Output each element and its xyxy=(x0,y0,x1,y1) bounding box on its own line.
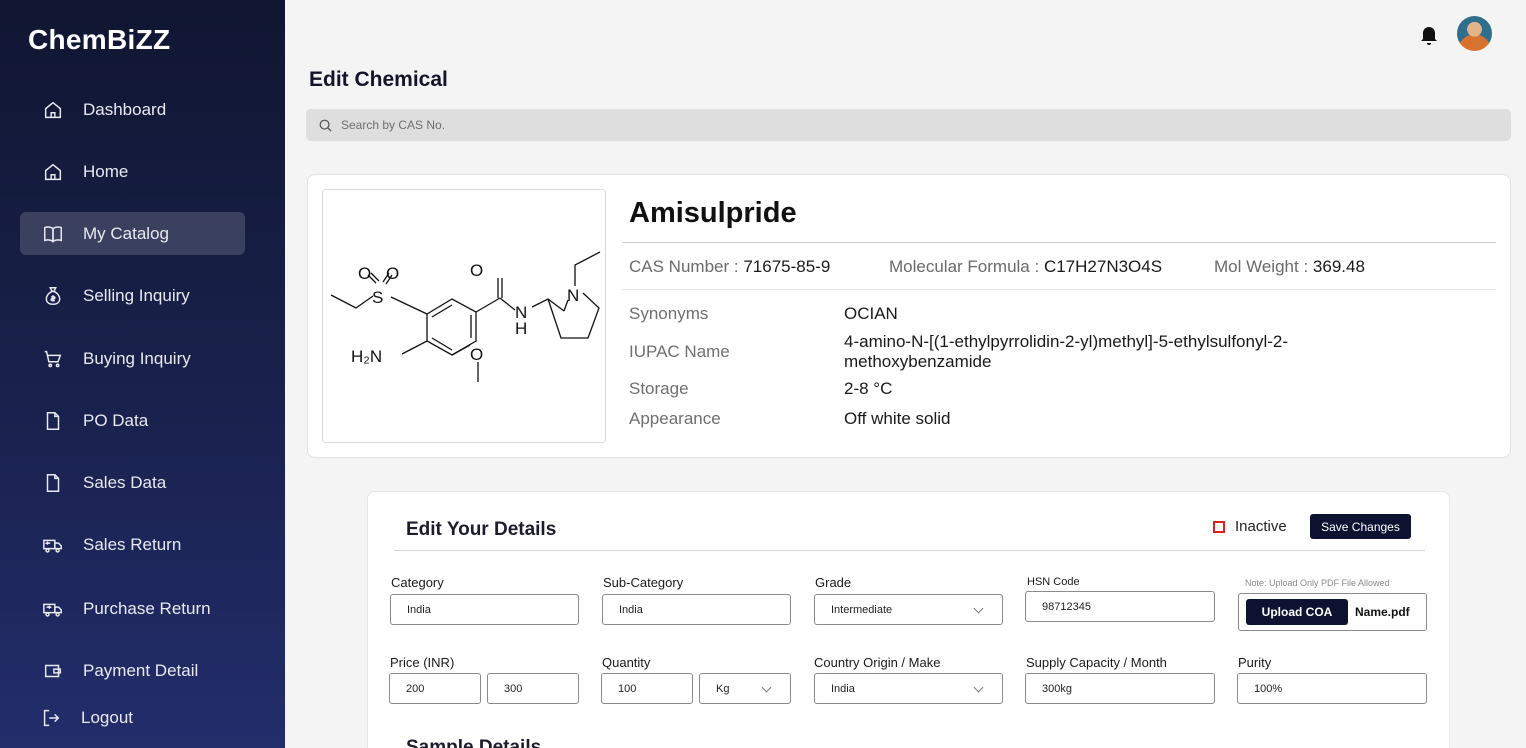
atom-label: H₂N xyxy=(351,347,382,366)
synonyms-label: Synonyms xyxy=(629,304,709,323)
page-title: Edit Chemical xyxy=(309,68,448,91)
search-bar[interactable] xyxy=(306,109,1511,141)
wallet-icon xyxy=(41,659,65,683)
chemical-name: Amisulpride xyxy=(629,197,797,229)
checkbox-box[interactable] xyxy=(1213,520,1225,533)
sidebar-item-label: Sales Data xyxy=(83,472,167,492)
price-label: Price (INR) xyxy=(390,655,455,670)
atom-label: N xyxy=(567,286,579,305)
sidebar-item-sales-data[interactable]: Sales Data xyxy=(20,461,245,504)
chemical-info-card: O O S O N H N H₂N O Amisulpride CAS Numb… xyxy=(307,174,1511,458)
edit-details-title: Edit Your Details xyxy=(406,519,557,540)
atom-label: H xyxy=(515,319,527,338)
atom-label: O xyxy=(470,261,483,280)
synonyms-value: OCIAN xyxy=(844,304,898,323)
cas-number: CAS Number : 71675-85-9 xyxy=(629,257,831,276)
appearance-label: Appearance xyxy=(629,409,721,428)
grade-label: Grade xyxy=(815,575,852,590)
upload-coa-control: Upload COA Name.pdf xyxy=(1238,593,1427,631)
sidebar-item-logout[interactable]: Logout xyxy=(20,696,245,739)
sample-details-title: Sample Details xyxy=(406,737,542,748)
iupac-label: IUPAC Name xyxy=(629,342,730,361)
category-field[interactable]: India xyxy=(390,594,579,625)
truck-return-icon xyxy=(41,597,65,621)
home-icon xyxy=(41,98,65,122)
bell-icon[interactable] xyxy=(1417,22,1441,46)
iupac-value: 4-amino-N-[(1-ethylpyrrolidin-2-yl)methy… xyxy=(844,332,1289,371)
truck-return-icon xyxy=(41,533,65,557)
sidebar-item-selling-inquiry[interactable]: Selling Inquiry xyxy=(20,274,245,317)
search-input[interactable] xyxy=(341,118,941,132)
appearance-value: Off white solid xyxy=(844,409,951,428)
uploaded-file-name: Name.pdf xyxy=(1355,605,1410,619)
logout-icon xyxy=(39,706,63,730)
upload-coa-button[interactable]: Upload COA xyxy=(1246,599,1348,625)
edit-details-card: Edit Your Details Inactive Save Changes … xyxy=(367,491,1450,748)
sidebar-item-payment-detail[interactable]: Payment Detail xyxy=(20,649,245,692)
sub-category-label: Sub-Category xyxy=(603,575,684,590)
sidebar-item-home[interactable]: Home xyxy=(20,150,245,193)
atom-label: O xyxy=(386,264,399,283)
divider xyxy=(622,242,1496,243)
quantity-label: Quantity xyxy=(602,655,651,670)
sidebar-item-my-catalog[interactable]: My Catalog xyxy=(20,212,245,255)
sidebar-item-label: Selling Inquiry xyxy=(83,285,190,305)
sidebar: ChemBiZZ Dashboard Home My Catalog Selli… xyxy=(0,0,285,748)
chemical-structure-image: O O S O N H N H₂N O xyxy=(322,189,606,443)
main-content: Edit Chemical Search by CAS No. O O S O … xyxy=(285,0,1526,748)
price-min-field[interactable]: 200 xyxy=(389,673,481,704)
purity-label: Purity xyxy=(1238,655,1272,670)
atom-label: S xyxy=(372,288,383,307)
atom-label: O xyxy=(470,345,483,364)
search-icon xyxy=(319,119,332,132)
sidebar-item-sales-return[interactable]: Sales Return xyxy=(20,523,245,566)
quantity-unit-select[interactable]: Kg xyxy=(699,673,791,704)
quantity-field[interactable]: 100 xyxy=(601,673,693,704)
sidebar-item-po-data[interactable]: PO Data xyxy=(20,399,245,442)
molecule-drawing: O O S O N H N H₂N O xyxy=(330,251,601,382)
mol-weight: Mol Weight : 369.48 xyxy=(1214,257,1365,276)
inactive-checkbox[interactable]: Inactive xyxy=(1213,518,1287,535)
atom-label: O xyxy=(358,264,371,283)
hsn-code-label: HSN Code xyxy=(1027,576,1080,588)
divider xyxy=(622,289,1496,290)
money-bag-icon xyxy=(41,284,65,308)
storage-label: Storage xyxy=(629,379,689,398)
purity-field[interactable]: 100% xyxy=(1237,673,1427,704)
molecular-formula: Molecular Formula : C17H27N3O4S xyxy=(889,257,1163,276)
sidebar-item-dashboard[interactable]: Dashboard xyxy=(20,88,245,131)
sidebar-item-label: My Catalog xyxy=(83,223,169,243)
sidebar-item-label: Buying Inquiry xyxy=(83,348,191,368)
sidebar-item-label: Logout xyxy=(81,707,133,727)
sidebar-item-label: Payment Detail xyxy=(83,660,199,680)
grade-select[interactable]: Intermediate xyxy=(814,594,1003,625)
sub-category-field[interactable]: India xyxy=(602,594,791,625)
country-origin-select[interactable]: India xyxy=(814,673,1003,704)
hsn-code-field[interactable]: 98712345 xyxy=(1025,591,1215,622)
country-origin-label: Country Origin / Make xyxy=(814,655,941,670)
category-label: Category xyxy=(391,575,444,590)
sidebar-item-buying-inquiry[interactable]: Buying Inquiry xyxy=(20,337,245,380)
document-icon xyxy=(41,409,65,433)
brand-logo: ChemBiZZ xyxy=(28,24,171,55)
upload-note: Note: Upload Only PDF File Allowed xyxy=(1245,578,1390,588)
sidebar-item-label: Home xyxy=(83,161,129,181)
sidebar-item-purchase-return[interactable]: Purchase Return xyxy=(20,587,245,630)
supply-capacity-label: Supply Capacity / Month xyxy=(1026,655,1167,670)
avatar[interactable] xyxy=(1457,16,1492,51)
inactive-label: Inactive xyxy=(1235,518,1287,535)
home-icon xyxy=(41,160,65,184)
sidebar-item-label: Sales Return xyxy=(83,534,182,554)
cart-icon xyxy=(41,347,65,371)
save-changes-button[interactable]: Save Changes xyxy=(1310,514,1411,539)
book-icon xyxy=(41,222,65,246)
sidebar-item-label: Dashboard xyxy=(83,99,167,119)
sidebar-item-label: Purchase Return xyxy=(83,598,211,618)
price-max-field[interactable]: 300 xyxy=(487,673,579,704)
sidebar-item-label: PO Data xyxy=(83,410,149,430)
storage-value: 2-8 °C xyxy=(844,379,893,398)
divider xyxy=(394,550,1425,551)
document-icon xyxy=(41,471,65,495)
supply-capacity-field[interactable]: 300kg xyxy=(1025,673,1215,704)
